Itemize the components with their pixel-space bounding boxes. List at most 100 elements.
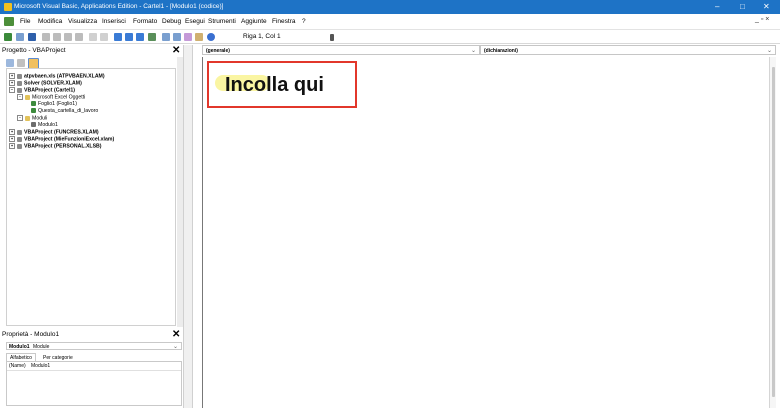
menu-esegui[interactable]: Esegui [185, 18, 205, 25]
project-explorer-toolbar [0, 57, 183, 69]
menu-modifica[interactable]: Modifica [38, 18, 62, 25]
properties-tabs: Alfabetico Per categorie [6, 352, 182, 362]
vba-project-icon [17, 143, 22, 149]
minimize-button[interactable]: – [715, 2, 719, 12]
object-browser-icon[interactable] [184, 33, 192, 41]
properties-close-button[interactable]: ✕ [172, 330, 180, 340]
tree-node[interactable]: + Solver (SOLVER.XLAM) [9, 80, 82, 86]
tree-node[interactable]: + atpvbaen.xls (ATPVBAEN.XLAM) [9, 73, 105, 79]
close-button[interactable]: ✕ [763, 2, 770, 12]
toolbox-icon[interactable] [195, 33, 203, 41]
property-name: (Name) [9, 363, 26, 369]
properties-header: Proprietà - Modulo1 ✕ [0, 329, 183, 341]
reset-icon[interactable] [136, 33, 144, 41]
vba-project-icon [17, 80, 22, 86]
procedure-combo-value: (dichiarazioni) [484, 48, 518, 54]
find-icon[interactable] [75, 33, 83, 41]
project-explorer-title: Progetto - VBAProject [2, 47, 66, 54]
cursor-position: Riga 1, Col 1 [243, 33, 281, 40]
procedure-combo[interactable]: (dichiarazioni) ⌄ [480, 45, 776, 55]
copy-icon[interactable] [53, 33, 61, 41]
insert-module-icon[interactable] [16, 33, 24, 41]
property-row[interactable]: (Name) Modulo1 [7, 362, 181, 371]
view-excel-icon[interactable] [4, 33, 12, 41]
code-scrollbar[interactable] [769, 57, 776, 408]
vba-project-icon [17, 87, 22, 93]
object-type: Module [33, 344, 50, 350]
excel-view-icon[interactable] [4, 17, 14, 26]
project-explorer-icon[interactable] [162, 33, 170, 41]
tree-node[interactable]: Modulo1 [31, 122, 58, 128]
window-title: Microsoft Visual Basic, Applications Edi… [14, 3, 224, 10]
undo-icon[interactable] [89, 33, 97, 41]
property-value[interactable]: Modulo1 [31, 363, 50, 369]
menu-strumenti[interactable]: Strumenti [208, 18, 236, 25]
tree-node[interactable]: Foglio1 (Foglio1) [31, 101, 77, 107]
design-mode-icon[interactable] [148, 33, 156, 41]
standard-toolbar: Riga 1, Col 1 [0, 30, 780, 44]
project-explorer-close-button[interactable]: ✕ [172, 46, 180, 56]
tree-node[interactable]: + VBAProject (MieFunzioniExcel.xlam) [9, 136, 114, 142]
view-code-icon[interactable] [6, 59, 14, 67]
properties-title: Proprietà - Modulo1 [2, 331, 60, 338]
menu-formato[interactable]: Formato [133, 18, 157, 25]
project-explorer-header: Progetto - VBAProject ✕ [0, 45, 183, 57]
menu-file[interactable]: File [20, 18, 30, 25]
tree-node[interactable]: + VBAProject (FUNCRES.XLAM) [9, 129, 99, 135]
tree-node[interactable]: − Moduli [17, 115, 47, 121]
project-tree: + atpvbaen.xls (ATPVBAEN.XLAM) + Solver (S… [6, 68, 176, 326]
menu-finestra[interactable]: Finestra [272, 18, 295, 25]
properties-object-select[interactable]: Modulo1 Module ⌄ [6, 342, 182, 350]
code-editor[interactable] [202, 57, 776, 408]
toolbar-overflow-icon[interactable] [330, 34, 334, 41]
properties-window-icon[interactable] [173, 33, 181, 41]
expand-icon[interactable]: + [9, 136, 15, 142]
scrollbar-thumb[interactable] [772, 67, 775, 397]
tree-node[interactable]: + VBAProject (PERSONAL.XLSB) [9, 143, 102, 149]
object-name: Modulo1 [9, 344, 30, 350]
redo-icon[interactable] [100, 33, 108, 41]
object-combo[interactable]: (generale) ⌄ [202, 45, 480, 55]
collapse-icon[interactable]: − [9, 87, 15, 93]
vba-project-icon [17, 73, 22, 79]
title-bar: Microsoft Visual Basic, Applications Edi… [0, 0, 780, 14]
sheet-icon [31, 101, 36, 107]
panel-splitter[interactable] [183, 45, 193, 408]
cut-icon[interactable] [42, 33, 50, 41]
folder-icon [25, 115, 30, 121]
menu-help[interactable]: ? [302, 18, 306, 25]
mdi-window-controls[interactable]: _ ▫ × [755, 16, 769, 23]
menu-visualizza[interactable]: Visualizza [68, 18, 97, 25]
help-icon[interactable] [207, 33, 215, 41]
collapse-icon[interactable]: − [17, 94, 23, 100]
break-icon[interactable] [125, 33, 133, 41]
chevron-down-icon: ⌄ [172, 344, 178, 350]
tree-node[interactable]: Questa_cartella_di_lavoro [31, 108, 98, 114]
expand-icon[interactable]: + [9, 73, 15, 79]
menu-aggiunte[interactable]: Aggiunte [241, 18, 267, 25]
tree-node[interactable]: − Microsoft Excel Oggetti [17, 94, 85, 100]
vba-app-icon [4, 3, 12, 11]
folder-icon [25, 94, 30, 100]
view-object-icon[interactable] [17, 59, 25, 67]
expand-icon[interactable]: + [9, 129, 15, 135]
callout-text: Incolla qui [225, 74, 324, 96]
vba-project-icon [17, 136, 22, 142]
chevron-down-icon: ⌄ [470, 48, 476, 54]
collapse-icon[interactable]: − [17, 115, 23, 121]
object-combo-value: (generale) [206, 48, 230, 54]
tree-node[interactable]: − VBAProject (Cartel1) [9, 87, 75, 93]
menu-debug[interactable]: Debug [162, 18, 181, 25]
paste-icon[interactable] [64, 33, 72, 41]
module-icon [31, 122, 36, 128]
menu-inserisci[interactable]: Inserisci [102, 18, 126, 25]
run-icon[interactable] [114, 33, 122, 41]
workbook-icon [31, 108, 36, 114]
expand-icon[interactable]: + [9, 143, 15, 149]
chevron-down-icon: ⌄ [766, 48, 772, 54]
properties-grid: (Name) Modulo1 [6, 361, 182, 406]
maximize-button[interactable]: □ [740, 2, 745, 12]
expand-icon[interactable]: + [9, 80, 15, 86]
save-icon[interactable] [28, 33, 36, 41]
paste-here-callout: Incolla qui [207, 61, 357, 108]
